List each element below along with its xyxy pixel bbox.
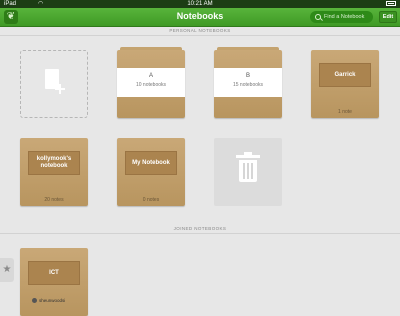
notebook-title: My Notebook [125,151,177,175]
edit-button[interactable]: Edit [379,11,397,23]
trash-icon-lid [236,155,260,158]
notebook-note-count: 0 notes [142,197,160,203]
trash-icon-slot [251,163,253,179]
notebook-note-count: 20 notes [44,197,64,203]
trash-icon-slot [243,163,245,179]
stack-band: A 10 notebooks [117,68,185,97]
notebook-owner: sheunwoodsi [32,298,66,304]
personal-notebooks-heading: PERSONAL NOTEBOOKS [169,28,231,33]
trash-icon-slot [247,163,249,179]
battery-icon [386,1,396,6]
trash-icon [239,160,257,182]
notebook-kollymook[interactable]: kollymook's notebook 20 notes [20,138,88,206]
navigation-bar: ❦ Notebooks Find a Notebook Edit [0,8,400,27]
notebook-note-count: 1 note [338,109,352,115]
notebook-stack-a[interactable]: A 10 notebooks [117,47,185,118]
status-bar: iPad ◠ 10:21 AM [0,0,400,8]
search-icon [315,14,321,20]
owner-name: sheunwoodsi [39,298,66,303]
avatar [32,298,37,304]
notebook-my-notebook[interactable]: My Notebook 0 notes [117,138,185,206]
stack-count: 15 notebooks [232,82,264,88]
stack-band: B 15 notebooks [214,68,282,97]
add-notebook-button[interactable] [20,50,88,118]
notebook-title: kollymook's notebook [28,151,80,175]
search-input[interactable]: Find a Notebook [310,11,373,23]
search-placeholder: Find a Notebook [324,14,365,20]
star-icon[interactable]: ★ [0,258,14,282]
notebook-title: Garrick [319,63,371,87]
stack-count: 10 notebooks [135,82,167,88]
plus-icon [55,84,65,94]
stack-name: A [148,73,153,79]
divider [0,233,400,234]
joined-notebooks-heading: JOINED NOTEBOOKS [173,226,227,231]
status-time: 10:21 AM [187,1,213,7]
notebook-title: ICT [28,261,80,285]
notebook-ict[interactable]: ICT sheunwoodsi [20,248,88,316]
notebook-garrick[interactable]: Garrick 1 note [311,50,379,118]
stack-name: B [245,73,250,79]
divider [0,35,400,36]
notebook-stack-b[interactable]: B 15 notebooks [214,47,282,118]
trash-button[interactable] [214,138,282,206]
